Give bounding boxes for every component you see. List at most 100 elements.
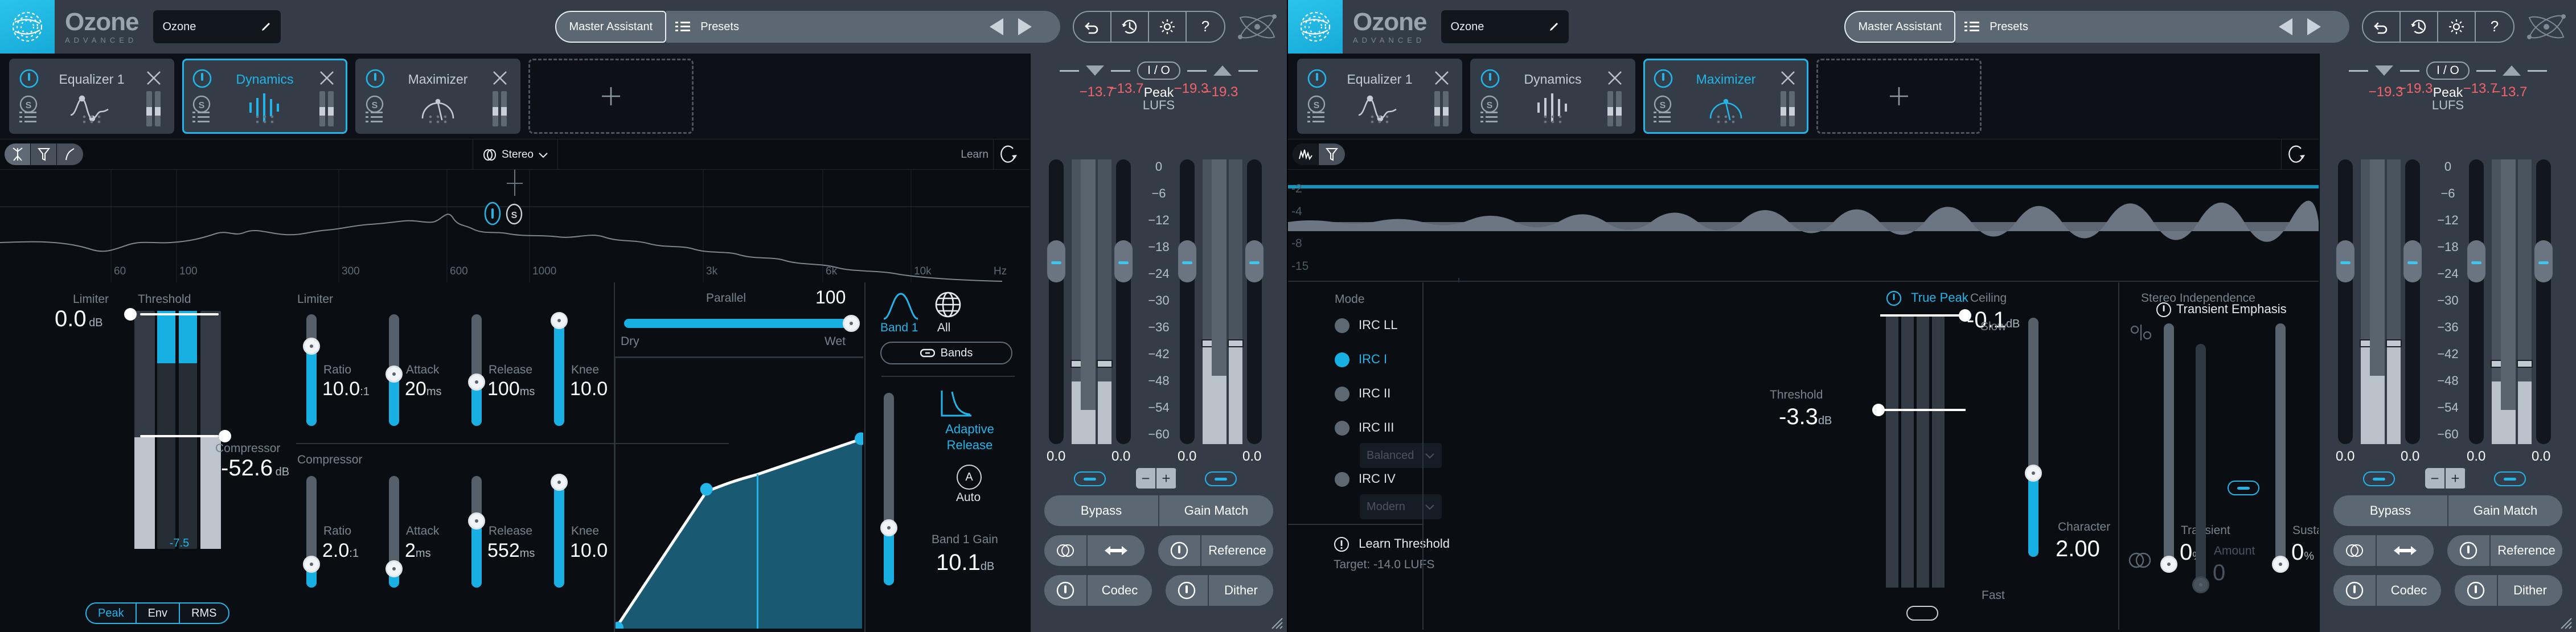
stereo-link-icon-button[interactable] bbox=[2333, 535, 2376, 566]
undo-button[interactable] bbox=[1074, 12, 1111, 42]
true-peak-row[interactable]: True Peak bbox=[1886, 290, 1968, 306]
close-icon[interactable] bbox=[1779, 69, 1796, 87]
dither-button[interactable]: Dither bbox=[1208, 575, 1273, 606]
threshold-knob[interactable] bbox=[1872, 404, 1885, 416]
io-toggle-button[interactable]: I / O bbox=[1137, 61, 1180, 80]
output-gain-r[interactable]: 0.0 bbox=[2532, 449, 2550, 465]
module-card-maximizer[interactable]: S Maximizer bbox=[1643, 59, 1808, 134]
compressor-release-slider[interactable] bbox=[468, 476, 485, 588]
module-menu-icon[interactable] bbox=[1654, 110, 1671, 124]
module-menu-icon[interactable] bbox=[192, 110, 210, 124]
auto-button[interactable]: A bbox=[957, 465, 982, 490]
preset-name-field-left[interactable]: Ozone bbox=[153, 10, 281, 43]
bands-link-button[interactable]: Bands bbox=[880, 342, 1012, 364]
adaptive-release-slider[interactable] bbox=[880, 393, 897, 585]
undo-button[interactable] bbox=[2363, 12, 2401, 42]
vectorscope-icon[interactable] bbox=[5, 143, 31, 165]
reset-icon[interactable] bbox=[993, 139, 1024, 170]
compressor-attack-slider[interactable] bbox=[385, 476, 403, 588]
output-link-toggle[interactable] bbox=[1205, 471, 1237, 486]
band-label[interactable]: Band 1 bbox=[880, 321, 918, 335]
transfer-curve-display[interactable] bbox=[612, 358, 867, 632]
power-icon[interactable] bbox=[2156, 302, 2172, 318]
bypass-button[interactable]: Bypass bbox=[2333, 495, 2447, 526]
ceiling-line[interactable] bbox=[1880, 314, 1960, 317]
module-menu-icon[interactable] bbox=[19, 110, 36, 124]
io-toggle-button[interactable]: I / O bbox=[2426, 61, 2470, 80]
detection-rms[interactable]: RMS bbox=[180, 604, 228, 623]
codec-power-button[interactable] bbox=[2333, 575, 2376, 606]
help-button[interactable]: ? bbox=[1187, 12, 1224, 42]
presets-label[interactable]: Presets bbox=[700, 20, 739, 34]
module-card-dynamics[interactable]: S Dynamics bbox=[1470, 59, 1635, 134]
module-menu-icon[interactable] bbox=[366, 110, 383, 124]
list-icon[interactable] bbox=[1964, 20, 1980, 33]
reset-icon[interactable] bbox=[2281, 139, 2312, 170]
resize-handle-icon[interactable] bbox=[2557, 614, 2573, 630]
adaptive-release-label[interactable]: Adaptive Release bbox=[927, 421, 1012, 453]
band-bell-icon[interactable] bbox=[883, 290, 919, 321]
limiter-attack-slider[interactable] bbox=[385, 314, 403, 426]
limiter-release-slider[interactable] bbox=[468, 314, 485, 426]
stereo-link-icon-button[interactable] bbox=[1044, 535, 1086, 566]
radio-icon[interactable] bbox=[1335, 472, 1349, 487]
limiter-knee-slider[interactable] bbox=[551, 312, 568, 426]
zoom-in-button[interactable]: + bbox=[2446, 468, 2466, 489]
drag-dots-icon[interactable] bbox=[1369, 114, 1390, 124]
threshold-ceiling-meter[interactable] bbox=[1886, 314, 1945, 588]
io-meters-right[interactable]: 0 −6 −12 −18 −24 −30 −36 −42 −48 −54 −60 bbox=[2320, 159, 2576, 632]
amount-slider[interactable] bbox=[2192, 344, 2209, 593]
master-assistant-button[interactable]: Master Assistant bbox=[555, 11, 667, 43]
history-button[interactable] bbox=[1111, 12, 1149, 42]
power-icon[interactable] bbox=[1886, 290, 1902, 306]
module-card-equalizer-1[interactable]: S Equalizer 1 bbox=[1297, 59, 1462, 134]
output-lufs-fader-l[interactable] bbox=[2467, 159, 2485, 444]
add-module-button[interactable] bbox=[528, 59, 694, 134]
output-lufs-fader-l[interactable] bbox=[1178, 159, 1196, 444]
threshold-line[interactable] bbox=[1880, 409, 1966, 411]
learn-button[interactable]: Learn bbox=[961, 139, 988, 170]
spectrum-icon[interactable] bbox=[1293, 143, 1319, 165]
prev-preset-button[interactable] bbox=[2279, 18, 2292, 35]
band-power-marker[interactable] bbox=[483, 201, 502, 226]
module-menu-icon[interactable] bbox=[1307, 110, 1324, 124]
band-solo-marker[interactable]: S bbox=[504, 203, 524, 228]
input-lufs-fader-l[interactable] bbox=[1047, 159, 1065, 444]
input-lufs-fader-l[interactable] bbox=[2336, 159, 2355, 444]
detection-peak[interactable]: Peak bbox=[87, 604, 137, 623]
reference-power-button[interactable] bbox=[2447, 535, 2489, 566]
filter-icon[interactable] bbox=[1319, 143, 1345, 165]
limiter-threshold-knob[interactable] bbox=[124, 308, 137, 321]
module-card-maximizer[interactable]: S Maximizer bbox=[355, 59, 520, 134]
zoom-stepper[interactable]: − + bbox=[2425, 468, 2466, 489]
drag-dots-icon[interactable] bbox=[255, 114, 275, 124]
module-card-dynamics[interactable]: S Dynamics bbox=[182, 59, 347, 134]
codec-button[interactable]: Codec bbox=[1086, 575, 1152, 606]
codec-power-button[interactable] bbox=[1044, 575, 1086, 606]
help-button[interactable]: ? bbox=[2476, 12, 2513, 42]
settings-gear-button[interactable] bbox=[2438, 12, 2476, 42]
compressor-ratio-slider[interactable] bbox=[303, 476, 320, 588]
list-icon[interactable] bbox=[675, 20, 691, 33]
preset-name-field-right[interactable]: Ozone bbox=[1441, 10, 1569, 43]
output-lufs-fader-r[interactable] bbox=[2534, 159, 2553, 444]
irc-iii-character-select[interactable]: Balanced bbox=[1360, 443, 1442, 468]
width-icon-button[interactable] bbox=[2376, 535, 2434, 566]
io-meters-left[interactable]: 0 −6 −12 −18 −24 −30 −36 −42 −48 −54 −60 bbox=[1031, 159, 1287, 632]
input-link-toggle[interactable] bbox=[1074, 471, 1106, 486]
input-gain-r[interactable]: 0.0 bbox=[1111, 449, 1130, 465]
reference-power-button[interactable] bbox=[1158, 535, 1200, 566]
all-label[interactable]: All bbox=[937, 321, 950, 335]
mode-option-irc-i[interactable]: IRC I bbox=[1335, 352, 1387, 368]
bypass-button[interactable]: Bypass bbox=[1044, 495, 1158, 526]
drag-dots-icon[interactable] bbox=[428, 114, 448, 124]
spectrum-display-left[interactable]: Hz 60 100 300 600 1000 3k 6k 10k Hz S bbox=[0, 170, 1031, 282]
radio-icon[interactable] bbox=[1335, 387, 1349, 402]
limiter-threshold-line[interactable] bbox=[140, 313, 219, 315]
parallel-slider[interactable] bbox=[624, 315, 860, 332]
codec-button[interactable]: Codec bbox=[2376, 575, 2441, 606]
radio-icon[interactable] bbox=[1335, 352, 1349, 368]
compressor-threshold-readout[interactable]: -52.6 dB bbox=[221, 455, 289, 481]
presets-label[interactable]: Presets bbox=[1990, 20, 2028, 34]
character-slider[interactable] bbox=[2025, 318, 2042, 557]
